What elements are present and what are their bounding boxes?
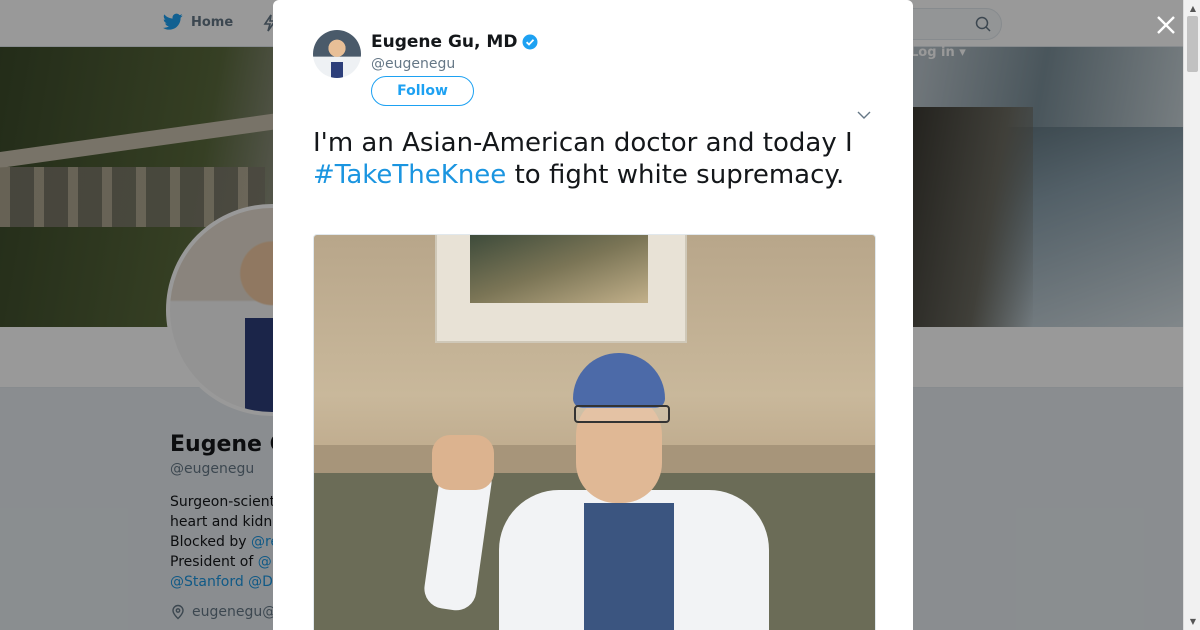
scroll-up-arrow-icon[interactable]: ▲ bbox=[1190, 4, 1196, 13]
scroll-thumb[interactable] bbox=[1187, 16, 1198, 72]
tweet-text: I'm an Asian-American doctor and today I… bbox=[313, 128, 853, 190]
verified-badge-icon bbox=[522, 34, 538, 50]
tweet-author-handle[interactable]: @eugenegu bbox=[371, 56, 455, 72]
tweet-author-name[interactable]: Eugene Gu, MD bbox=[371, 32, 538, 52]
close-icon[interactable] bbox=[1153, 12, 1179, 38]
follow-button[interactable]: Follow bbox=[371, 76, 474, 106]
hashtag-link[interactable]: #TakeTheKnee bbox=[313, 160, 506, 190]
tweet-modal: Eugene Gu, MD @eugenegu Follow I'm an As… bbox=[273, 0, 913, 630]
scrollbar[interactable]: ▲ ▼ bbox=[1183, 0, 1200, 630]
chevron-down-icon[interactable] bbox=[857, 110, 871, 120]
scroll-down-arrow-icon[interactable]: ▼ bbox=[1190, 617, 1196, 626]
tweet-photo[interactable] bbox=[313, 234, 876, 630]
tweet-author-avatar[interactable] bbox=[313, 30, 361, 78]
